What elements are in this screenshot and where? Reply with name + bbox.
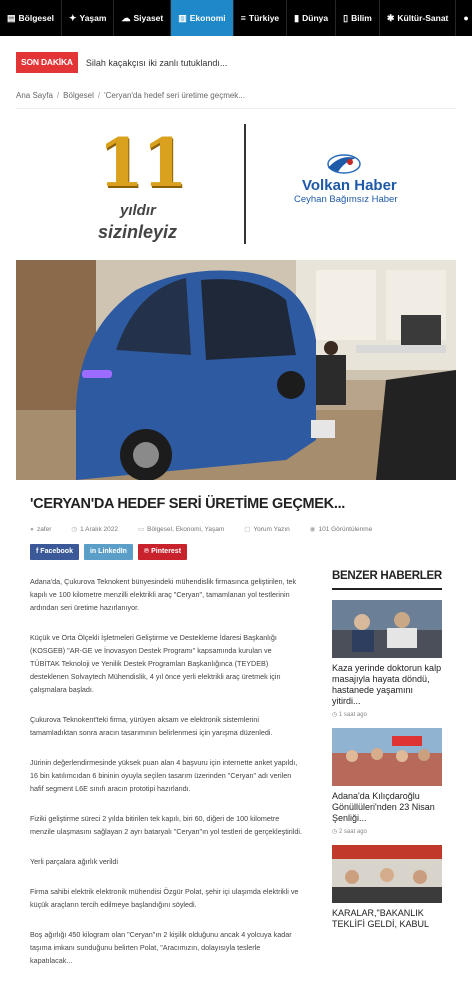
related-card[interactable]: KARALAR,"BAKANLIK TEKLİFİ GELDİ, KABUL [332, 845, 442, 930]
folder-icon: ▭ [138, 526, 144, 533]
article-paragraph: Küçük ve Orta Ölçekli İşletmeleri Gelişt… [30, 631, 302, 696]
related-news: BENZER HABERLER Kaza yerinde doktorun ka… [332, 570, 442, 940]
share-pinterest-button[interactable]: ℗ Pinterest [138, 544, 187, 560]
article-categories[interactable]: Bölgesel, Ekonomi, Yaşam [147, 526, 224, 533]
anniversary-line2: sizinleyiz [98, 222, 177, 243]
banner-divider [244, 124, 246, 244]
breadcrumb-category[interactable]: Bölgesel [63, 91, 94, 100]
nav-item-label: Ekonomi [190, 13, 226, 23]
breadcrumb: Ana Sayfa / Bölgesel / 'Ceryan'da hedef seri… [16, 91, 245, 100]
clock-icon: ◷ [332, 712, 339, 718]
clock-icon: ◷ [332, 829, 339, 835]
nav-item-label: Kültür-Sanat [397, 13, 448, 23]
gear-icon: ✱ [387, 13, 395, 24]
article-subheading: Yerli parçalara ağırlık verildi [30, 855, 302, 868]
nav-item-label: Yaşam [80, 13, 107, 23]
nav-item-label: Dünya [302, 13, 328, 23]
breadcrumb-home[interactable]: Ana Sayfa [16, 91, 53, 100]
anniversary-number: 11 [98, 124, 186, 202]
divider [16, 108, 456, 109]
clock-icon: ◷ [71, 526, 77, 533]
site-banner[interactable]: 11 yıldır sizinleyiz Volkan Haber Ceyhan… [16, 118, 456, 248]
breadcrumb-separator: / [57, 91, 59, 100]
nav-item-dünya[interactable]: ▮Dünya [287, 0, 336, 36]
anniversary-line1: yıldır [120, 202, 156, 219]
main-nav: ▤Bölgesel✦Yaşam☁Siyaset▥Ekonomi≡Türkiye▮… [0, 0, 472, 36]
article-comments-link[interactable]: Yorum Yazın [253, 526, 289, 533]
article-meta: ●zafer ◷1 Aralık 2022 ▭Bölgesel, Ekonomi… [30, 525, 392, 533]
article-paragraph: Çukurova Teknokent'teki firma, yürüyen a… [30, 713, 302, 739]
article-body: Adana'da, Çukurova Teknokent bünyesindek… [30, 575, 302, 984]
share-linkedin-button[interactable]: in LinkedIn [84, 544, 133, 560]
related-date: ◷ 2 saat ago [332, 828, 442, 835]
person-icon: ✦ [69, 13, 77, 24]
article-paragraph: Firma sahibi elektrik elektronik mühendi… [30, 885, 302, 911]
article-paragraph: Boş ağırlığı 450 kilogram olan "Ceryan"ı… [30, 928, 302, 967]
linkedin-icon: in [90, 548, 96, 555]
breadcrumb-separator: / [98, 91, 100, 100]
related-card[interactable]: Kaza yerinde doktorun kalp masajıyla hay… [332, 600, 442, 718]
related-title[interactable]: Kaza yerinde doktorun kalp masajıyla hay… [332, 663, 442, 707]
pinterest-icon: ℗ [144, 548, 149, 555]
share-facebook-button[interactable]: f Facebook [30, 544, 79, 560]
nav-item-yaşam[interactable]: ✦Yaşam [62, 0, 115, 36]
nav-item-label: Bilim [351, 13, 372, 23]
eye-icon: ◉ [310, 526, 316, 533]
breaking-label: SON DAKİKA [16, 52, 78, 73]
related-date: ◷ 1 saat ago [332, 711, 442, 718]
facebook-icon: f [36, 548, 38, 555]
ball-icon: ● [463, 13, 468, 23]
brand-name: Volkan Haber [302, 177, 397, 194]
newspaper-icon: ▤ [7, 13, 16, 24]
nav-item-kültür-sanat[interactable]: ✱Kültür-Sanat [380, 0, 457, 36]
article-views: 101 Görüntülenme [318, 526, 372, 533]
nav-item-ekonomi[interactable]: ▥Ekonomi [171, 0, 233, 36]
bars-icon: ≡ [241, 13, 246, 23]
article-date: 1 Aralık 2022 [80, 526, 118, 533]
nav-item-bilim[interactable]: ▯Bilim [336, 0, 380, 36]
breaking-headline[interactable]: Silah kaçakçısı iki zanlı tutuklandı... [86, 58, 228, 68]
related-thumbnail[interactable] [332, 728, 442, 786]
related-thumbnail[interactable] [332, 600, 442, 658]
mic-icon: ▮ [294, 13, 299, 24]
article-paragraph: Fiziki geliştirme süreci 2 yılda bitiril… [30, 812, 302, 838]
article-title: 'CERYAN'DA HEDEF SERİ ÜRETİME GEÇMEK... [30, 496, 345, 512]
brand-tagline: Ceyhan Bağımsız Haber [294, 194, 398, 205]
nav-item-label: Türkiye [249, 13, 279, 23]
breaking-news-bar: SON DAKİKA Silah kaçakçısı iki zanlı tut… [16, 52, 456, 73]
nav-item-spor[interactable]: ●Spor [456, 0, 472, 36]
bird-logo-icon [322, 150, 362, 178]
related-heading: BENZER HABERLER [332, 570, 442, 590]
nav-item-label: Bölgesel [19, 13, 54, 23]
nav-item-bölgesel[interactable]: ▤Bölgesel [0, 0, 62, 36]
related-card[interactable]: Adana'da Kılıçdaroğlu Gönüllüleri'nden 2… [332, 728, 442, 835]
chat-icon: ☁ [121, 13, 130, 24]
bulb-icon: ▯ [343, 13, 348, 24]
breadcrumb-current: 'Ceryan'da hedef seri üretime geçmek... [104, 91, 245, 100]
article-author[interactable]: zafer [37, 526, 51, 533]
article-photo [16, 260, 456, 480]
nav-item-türkiye[interactable]: ≡Türkiye [234, 0, 288, 36]
chart-icon: ▥ [178, 13, 187, 24]
comment-icon: ▢ [244, 526, 250, 533]
user-icon: ● [30, 526, 34, 533]
nav-item-siyaset[interactable]: ☁Siyaset [114, 0, 171, 36]
article-paragraph: Jürinin değerlendirmesinde yüksek puan a… [30, 756, 302, 795]
related-title[interactable]: Adana'da Kılıçdaroğlu Gönüllüleri'nden 2… [332, 791, 442, 824]
related-thumbnail[interactable] [332, 845, 442, 903]
related-title[interactable]: KARALAR,"BAKANLIK TEKLİFİ GELDİ, KABUL [332, 908, 442, 930]
article-paragraph: Adana'da, Çukurova Teknokent bünyesindek… [30, 575, 302, 614]
nav-item-label: Siyaset [133, 13, 163, 23]
share-bar: f Facebook in LinkedIn ℗ Pinterest [30, 544, 192, 560]
